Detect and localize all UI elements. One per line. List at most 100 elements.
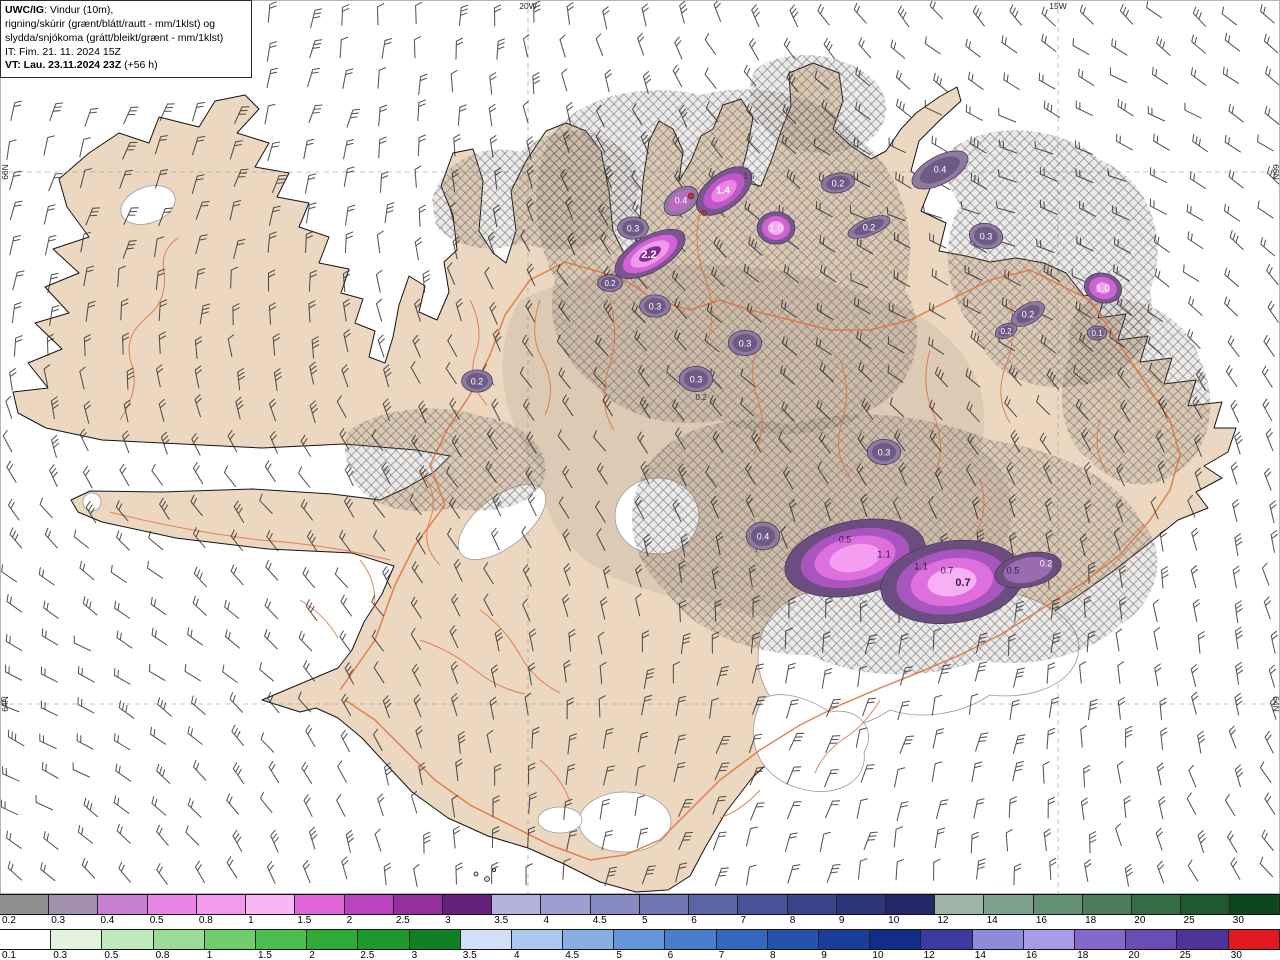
- scale-tick-label: 14: [974, 950, 986, 960]
- precip-value-label: 0.3: [627, 223, 640, 233]
- scale-segment: [49, 895, 99, 914]
- scale-tick-label: 16: [1026, 950, 1038, 960]
- scale-segment: [1074, 930, 1127, 949]
- scale-tick-label: 8: [770, 950, 776, 960]
- scale-segment: [541, 895, 591, 914]
- scale-tick-label: 9: [821, 950, 827, 960]
- scale-tick-label: 25: [1179, 950, 1191, 960]
- scale-tick-label: 1: [206, 950, 213, 960]
- scale-tick-label: 1.5: [297, 915, 312, 926]
- scale-tick-label: 7: [740, 915, 747, 926]
- scale-segment: [935, 895, 985, 914]
- scale-segment: [1082, 895, 1133, 914]
- precip-value-label: 0.2: [471, 376, 484, 386]
- precip-value-label: 0.3: [980, 231, 993, 241]
- scale-tick-label: 0.4: [100, 915, 115, 926]
- scale-segment: [1023, 930, 1075, 949]
- scale-tick-label: 2: [309, 950, 315, 960]
- scale-tick-label: 10: [872, 950, 884, 960]
- legend-title-box: UWC/IG: Vindur (10m), rigning/skúrir (gr…: [0, 0, 252, 79]
- scale-tick-label: 30: [1232, 915, 1244, 926]
- scale-segment: [246, 895, 296, 914]
- glacier-snaefellsjokull: [82, 492, 102, 512]
- scale-tick-label: 10: [888, 915, 900, 926]
- snow-scale-labels: 0.2 0.3 0.4 0.5 0.8 1 1.5 2 2.5 3 3.5 4 4.5 5 6 7 8 9 10 12…: [0, 915, 1280, 928]
- longitude-label: 20W: [519, 1, 536, 11]
- precip-value-label: 0.3: [878, 447, 891, 457]
- precip-value-label: 1.1: [914, 562, 928, 573]
- scale-segment: [984, 895, 1034, 914]
- scale-segment: [1181, 895, 1231, 914]
- scale-segment: [716, 930, 768, 949]
- model-name: UWC/IG: [5, 4, 45, 16]
- glacier-eyjafjallajokull: [537, 806, 583, 834]
- scale-tick-label: 0.3: [53, 950, 68, 960]
- scale-tick-label: 5: [642, 915, 648, 926]
- precip-value-label: 0.4: [675, 195, 688, 205]
- scale-tick-label: 2.5: [395, 915, 410, 926]
- scale-tick-label: 2.5: [360, 950, 375, 960]
- scale-segment: [787, 895, 837, 914]
- scale-segment: [689, 895, 739, 914]
- scale-tick-label: 7: [718, 950, 725, 960]
- scale-segment: [665, 930, 717, 949]
- latitude-label: 64N: [1271, 696, 1280, 712]
- scale-tick-label: 0.8: [198, 915, 213, 926]
- scale-segment: [972, 930, 1024, 949]
- title-line-1-rest: : Vindur (10m),: [44, 4, 114, 16]
- scale-tick-label: 4: [514, 950, 520, 960]
- precip-value-label: 0.3: [649, 301, 662, 311]
- scale-segment: [819, 930, 871, 949]
- rain-scale-labels: 0.1 0.3 0.5 0.8 1 1.5 2 2.5 3 3.5 4 4.5 5 6 7 8 9 10 12 14 1…: [0, 950, 1280, 960]
- latitude-label: 66N: [1271, 164, 1280, 180]
- scale-segment: [147, 895, 197, 914]
- weather-map-page: 0.4 0.2 1.4 1.5 0.4 1.0 0.3 2.2 0.2 0.3 0.2 0.3 1.0 0…: [0, 0, 1280, 960]
- precip-value-label: 2.2: [641, 249, 656, 261]
- precip-blob: [687, 192, 695, 200]
- scale-segment: [921, 930, 973, 949]
- scale-tick-label: 0.3: [51, 915, 66, 926]
- precip-value-label: 0.2: [604, 279, 616, 288]
- scale-segment: [0, 895, 50, 914]
- precip-value-label: 0.5: [839, 534, 852, 544]
- scale-tick-label: 5: [616, 950, 622, 960]
- scale-tick-label: 8: [789, 915, 796, 926]
- scale-segment: [511, 930, 564, 949]
- precip-value-label: 1.0: [1096, 284, 1110, 295]
- scale-segment: [1230, 895, 1280, 914]
- precip-value-label: 0.4: [934, 164, 947, 174]
- scale-segment: [767, 930, 819, 949]
- scale-tick-label: 6: [691, 915, 697, 926]
- map-canvas: 0.4 0.2 1.4 1.5 0.4 1.0 0.3 2.2 0.2 0.3 0.2 0.3 1.0 0…: [0, 0, 1280, 894]
- scale-segment: [1132, 895, 1182, 914]
- valid-time: VT: Lau. 23.11.2024 23Z (+56 h): [5, 59, 245, 73]
- precip-value-label: 0.5: [1007, 565, 1020, 575]
- scale-segment: [738, 895, 788, 914]
- scale-segment: [460, 930, 512, 949]
- scale-segment: [1126, 930, 1178, 949]
- scale-tick-label: 0.1: [2, 950, 16, 960]
- scale-tick-label: 16: [1035, 915, 1047, 926]
- latitude-label: 66N: [0, 164, 10, 180]
- scale-tick-label: 1: [248, 915, 254, 926]
- scale-tick-label: 20: [1128, 950, 1140, 960]
- scale-segment: [204, 930, 256, 949]
- precip-value-label: 0.3: [690, 374, 703, 384]
- rain-scale-bar: [0, 929, 1280, 950]
- scale-segment: [393, 895, 443, 914]
- snow-scale-bar: [0, 894, 1280, 915]
- scale-tick-label: 3: [411, 950, 418, 960]
- scale-tick-label: 3.5: [494, 915, 509, 926]
- precip-value-label: 1.4: [716, 186, 730, 197]
- scale-segment: [870, 930, 922, 949]
- scale-segment: [51, 930, 103, 949]
- scale-tick-label: 14: [986, 915, 998, 926]
- scale-tick-label: 2: [346, 915, 353, 926]
- scale-segment: [409, 930, 461, 949]
- scale-segment: [295, 895, 345, 914]
- precip-value-label: 1.5: [743, 172, 755, 181]
- scale-segment: [358, 930, 410, 949]
- scale-tick-label: 0.8: [155, 950, 170, 960]
- title-line-2: rigning/skúrir (grænt/blátt/rautt - mm/1…: [5, 17, 216, 30]
- scale-segment: [307, 930, 359, 949]
